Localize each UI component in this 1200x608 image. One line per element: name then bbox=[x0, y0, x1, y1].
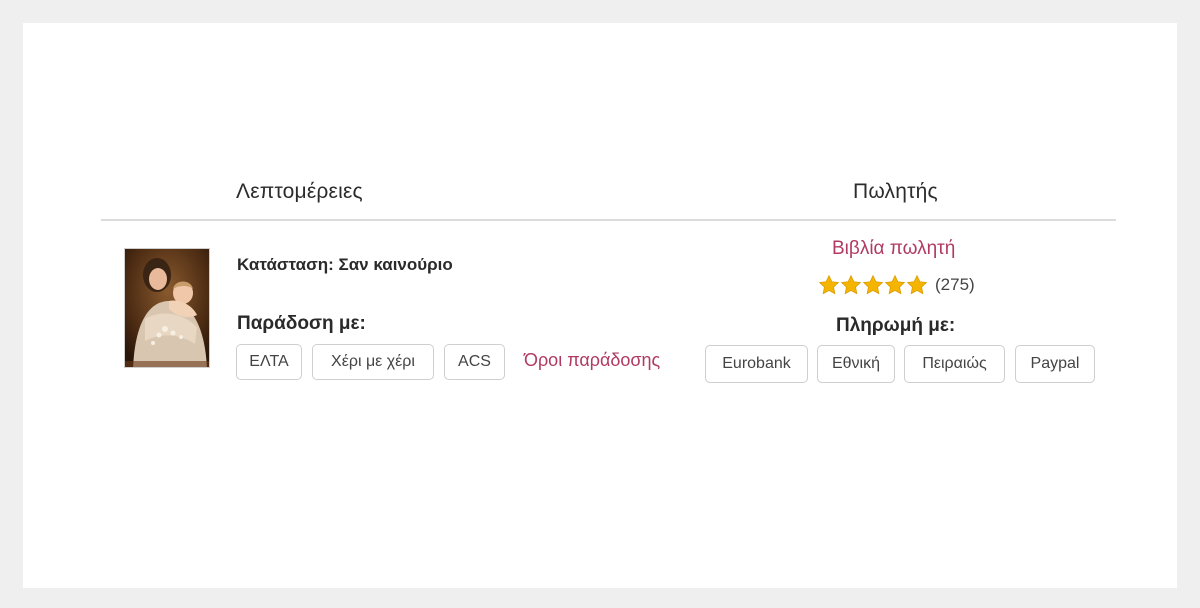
star-icon bbox=[818, 274, 840, 295]
seller-rating[interactable]: (275) bbox=[818, 274, 975, 296]
delivery-chip-acs[interactable]: ACS bbox=[444, 344, 505, 380]
details-column-header: Λεπτομέρειες bbox=[236, 180, 363, 203]
rating-count: (275) bbox=[935, 275, 975, 294]
payment-chip-eurobank[interactable]: Eurobank bbox=[705, 345, 808, 383]
star-icon bbox=[906, 274, 928, 295]
payment-chip-peiraios[interactable]: Πειραιώς bbox=[904, 345, 1005, 383]
star-icon bbox=[862, 274, 884, 295]
delivery-terms-link[interactable]: Όροι παράδοσης bbox=[524, 350, 660, 371]
payment-label: Πληρωμή με: bbox=[836, 315, 956, 336]
seller-books-link[interactable]: Βιβλία πωλητή bbox=[832, 238, 955, 260]
book-cover-image[interactable] bbox=[124, 248, 210, 368]
delivery-chip-elta[interactable]: ΕΛΤΑ bbox=[236, 344, 302, 380]
payment-chip-ethniki[interactable]: Εθνική bbox=[817, 345, 895, 383]
seller-column-header: Πωλητής bbox=[853, 180, 938, 203]
delivery-chip-hand-to-hand[interactable]: Χέρι με χέρι bbox=[312, 344, 434, 380]
rating-stars bbox=[818, 274, 928, 296]
delivery-label: Παράδοση με: bbox=[237, 313, 366, 334]
star-icon bbox=[884, 274, 906, 295]
payment-chip-paypal[interactable]: Paypal bbox=[1015, 345, 1095, 383]
header-divider bbox=[101, 219, 1116, 221]
book-cover-illustration bbox=[125, 249, 209, 367]
condition-text: Κατάσταση: Σαν καινούριο bbox=[237, 255, 453, 274]
star-icon bbox=[840, 274, 862, 295]
